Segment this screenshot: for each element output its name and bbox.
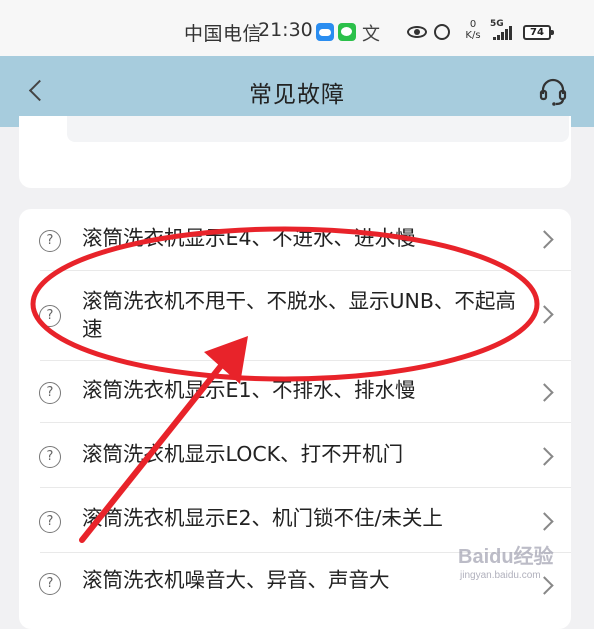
- watermark: Baidu经验 jingyan.baidu.com: [458, 540, 594, 600]
- previous-card: [19, 116, 571, 188]
- wechat-icon: [338, 23, 356, 41]
- page-title: 常见故障: [249, 82, 345, 108]
- previous-card-content: [67, 116, 569, 142]
- faq-item-e4[interactable]: ? 滚筒洗衣机显示E4、不进水、进水慢: [19, 209, 571, 270]
- watermark-url: jingyan.baidu.com: [460, 570, 541, 581]
- question-circle-icon: ?: [39, 305, 61, 327]
- alarm-icon: [434, 24, 450, 40]
- chevron-right-icon: [535, 230, 554, 249]
- faq-item-label: 滚筒洗衣机噪音大、异音、声音大: [82, 568, 390, 592]
- faq-item-e1[interactable]: ? 滚筒洗衣机显示E1、不排水、排水慢: [19, 361, 571, 422]
- network-speed-unit: K/s: [465, 30, 481, 41]
- faq-item-label: 滚筒洗衣机显示E1、不排水、排水慢: [82, 378, 416, 402]
- question-circle-icon: ?: [39, 382, 61, 404]
- faq-item-unb[interactable]: ? 滚筒洗衣机不甩干、不脱水、显示UNB、不起高速: [19, 271, 571, 360]
- customer-service-button[interactable]: [536, 75, 570, 109]
- clock: 21:30: [258, 19, 313, 41]
- battery-icon: 74: [523, 25, 554, 40]
- question-circle-icon: ?: [39, 230, 61, 252]
- faq-item-label: 滚筒洗衣机不甩干、不脱水、显示UNB、不起高速: [82, 289, 516, 341]
- status-bar: 中国电信 21:30 文 0 K/s 5G 74: [0, 0, 594, 56]
- eye-icon: [407, 26, 427, 38]
- faq-item-label: 滚筒洗衣机显示E4、不进水、进水慢: [82, 226, 416, 250]
- faq-item-lock[interactable]: ? 滚筒洗衣机显示LOCK、打不开机门: [19, 423, 571, 487]
- chevron-right-icon: [535, 305, 554, 324]
- faq-item-label: 滚筒洗衣机显示LOCK、打不开机门: [82, 442, 404, 466]
- question-circle-icon: ?: [39, 446, 61, 468]
- chevron-right-icon: [535, 383, 554, 402]
- network-speed: 0 K/s: [462, 19, 484, 41]
- network-type-label: 5G: [490, 19, 504, 29]
- question-circle-icon: ?: [39, 573, 61, 595]
- weather-app-icon: [316, 23, 334, 41]
- translate-icon: 文: [362, 24, 380, 45]
- question-circle-icon: ?: [39, 511, 61, 533]
- network-speed-value: 0: [469, 19, 477, 30]
- chevron-right-icon: [535, 512, 554, 531]
- carrier-label: 中国电信: [184, 23, 263, 45]
- faq-item-label: 滚筒洗衣机显示E2、机门锁不住/未关上: [82, 506, 443, 530]
- headset-icon: [539, 78, 567, 106]
- chevron-right-icon: [535, 447, 554, 466]
- watermark-logo: Baidu经验: [458, 546, 554, 568]
